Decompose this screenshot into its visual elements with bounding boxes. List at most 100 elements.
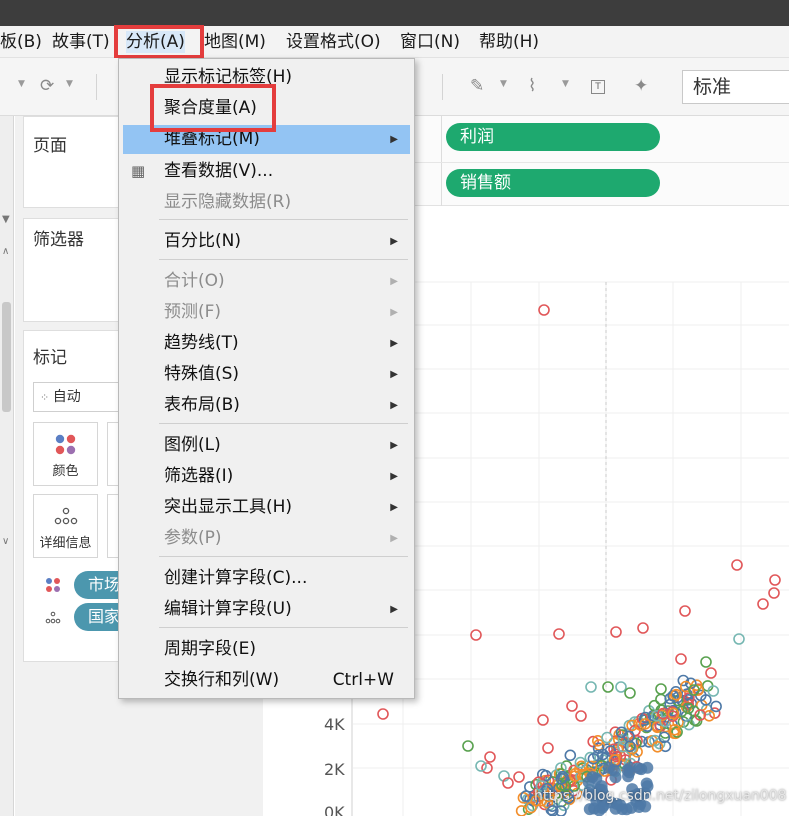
menu-item-legends[interactable]: 图例(L) ▶ bbox=[123, 431, 410, 460]
menu-separator bbox=[159, 627, 408, 628]
menu-separator bbox=[159, 259, 408, 260]
pages-title: 页面 bbox=[33, 136, 67, 156]
highlight-pen-icon[interactable]: ✎ bbox=[470, 76, 484, 96]
refresh-caret[interactable]: ▼ bbox=[66, 79, 73, 89]
marks-title: 标记 bbox=[33, 348, 67, 368]
menu-format[interactable]: 设置格式(O) bbox=[286, 31, 381, 53]
menu-item-edit-calculated-field[interactable]: 编辑计算字段(U) ▶ bbox=[123, 595, 410, 624]
menu-item-totals[interactable]: 合计(O) ▶ bbox=[123, 267, 410, 296]
watermark-text: https://blog.csdn.net/zilongxuan008 bbox=[534, 788, 787, 804]
menu-item-label: 堆叠标记(M) bbox=[164, 129, 260, 149]
menu-separator bbox=[159, 556, 408, 557]
submenu-arrow-icon: ▶ bbox=[390, 369, 398, 380]
shapes-icon: ⁘ bbox=[40, 391, 53, 404]
menu-analysis[interactable]: 分析(A) bbox=[126, 31, 185, 53]
menu-item-reveal-hidden-data[interactable]: 显示隐藏数据(R) bbox=[123, 188, 410, 217]
menu-item-percentage-of[interactable]: 百分比(N) ▶ bbox=[123, 227, 410, 256]
y-tick-label: 0K bbox=[324, 803, 345, 816]
scatter-point bbox=[602, 761, 615, 774]
scatter-point bbox=[700, 656, 712, 668]
scatter-point bbox=[575, 710, 587, 722]
analysis-dropdown-menu: 显示标记标签(H) 聚合度量(A) 堆叠标记(M) ▶ 查看数据(V)... ▦ 显示隐藏数… bbox=[118, 58, 415, 699]
menu-item-label: 交换行和列(W) bbox=[164, 670, 280, 690]
menu-item-label: 周期字段(E) bbox=[164, 639, 257, 659]
menu-item-label: 显示标记标签(H) bbox=[164, 67, 293, 87]
menu-item-show-mark-labels[interactable]: 显示标记标签(H) bbox=[123, 63, 410, 92]
refresh-icon[interactable]: ⟳ bbox=[40, 76, 54, 96]
title-bar bbox=[0, 0, 789, 26]
menu-item-label: 聚合度量(A) bbox=[164, 98, 257, 118]
menu-item-label: 特殊值(S) bbox=[164, 364, 240, 384]
menu-item-label: 合计(O) bbox=[164, 271, 225, 291]
menu-item-aggregate-measures[interactable]: 聚合度量(A) bbox=[123, 94, 410, 123]
submenu-arrow-icon: ▶ bbox=[390, 276, 398, 287]
scatter-point bbox=[515, 805, 528, 816]
menu-item-label: 编辑计算字段(U) bbox=[164, 599, 292, 619]
menu-item-table-layout[interactable]: 表布局(B) ▶ bbox=[123, 391, 410, 420]
detail-icon bbox=[54, 507, 78, 525]
scatter-point bbox=[655, 693, 667, 706]
menu-item-label: 显示隐藏数据(R) bbox=[164, 192, 292, 212]
scroll-down-icon[interactable]: ∨ bbox=[2, 536, 9, 547]
sales-pill[interactable]: 销售额 bbox=[446, 169, 660, 197]
pin-icon[interactable]: ✦ bbox=[634, 76, 648, 96]
submenu-arrow-icon: ▶ bbox=[390, 604, 398, 615]
menu-item-stack-marks[interactable]: 堆叠标记(M) ▶ bbox=[123, 125, 410, 154]
menu-bar: 板(B) 故事(T) 分析(A) 地图(M) 设置格式(O) 窗口(N) 帮助(… bbox=[0, 26, 789, 58]
menu-separator bbox=[159, 423, 408, 424]
scatter-point bbox=[675, 653, 687, 665]
scatter-point bbox=[583, 803, 596, 816]
menu-item-label: 百分比(N) bbox=[164, 231, 241, 251]
scatter-point bbox=[542, 742, 554, 754]
scatter-point bbox=[637, 622, 649, 634]
submenu-arrow-icon: ▶ bbox=[390, 400, 398, 411]
scrollbar-thumb[interactable] bbox=[2, 302, 11, 412]
menu-item-create-calculated-field[interactable]: 创建计算字段(C)... bbox=[123, 564, 410, 593]
toolbar-divider bbox=[96, 74, 97, 100]
scatter-point bbox=[769, 574, 781, 586]
menu-story[interactable]: 故事(T) bbox=[52, 31, 110, 53]
menu-dashboard[interactable]: 板(B) bbox=[0, 31, 42, 53]
text-label-icon[interactable]: T bbox=[591, 80, 605, 94]
menu-item-view-data[interactable]: 查看数据(V)... ▦ bbox=[123, 157, 410, 186]
menu-item-special-values[interactable]: 特殊值(S) ▶ bbox=[123, 360, 410, 389]
scatter-point bbox=[585, 681, 597, 693]
menu-item-forecast[interactable]: 预测(F) ▶ bbox=[123, 298, 410, 327]
menu-item-parameters[interactable]: 参数(P) ▶ bbox=[123, 524, 410, 553]
scatter-point bbox=[513, 771, 525, 783]
submenu-arrow-icon: ▶ bbox=[390, 236, 398, 247]
toolbar-caret[interactable]: ▼ bbox=[18, 79, 25, 89]
zoom-select[interactable]: 标准 bbox=[682, 70, 789, 104]
scatter-point bbox=[538, 304, 550, 316]
scatter-point bbox=[705, 667, 717, 679]
submenu-arrow-icon: ▶ bbox=[390, 502, 398, 513]
color-label: 颜色 bbox=[52, 464, 79, 479]
shelf-divider bbox=[441, 116, 442, 206]
scatter-point bbox=[622, 770, 635, 783]
y-tick-label: 4K bbox=[324, 715, 345, 734]
scatter-point bbox=[475, 760, 487, 772]
menu-item-shortcut: Ctrl+W bbox=[332, 670, 394, 690]
menu-map[interactable]: 地图(M) bbox=[204, 31, 266, 53]
scatter-point bbox=[655, 683, 667, 695]
menu-item-swap-rows-columns[interactable]: 交换行和列(W) Ctrl+W bbox=[123, 666, 410, 695]
scatter-point bbox=[710, 700, 722, 713]
pen-caret[interactable]: ▼ bbox=[500, 79, 507, 89]
clip-caret[interactable]: ▼ bbox=[562, 79, 569, 89]
collapse-caret[interactable]: ▼ bbox=[2, 214, 10, 225]
menu-item-label: 筛选器(I) bbox=[164, 466, 234, 486]
detail-pill-icon bbox=[45, 611, 61, 624]
menu-window[interactable]: 窗口(N) bbox=[400, 31, 460, 53]
scatter-point bbox=[602, 681, 614, 693]
menu-item-cycle-fields[interactable]: 周期字段(E) bbox=[123, 635, 410, 664]
menu-separator bbox=[159, 219, 408, 220]
detail-button[interactable]: 详细信息 bbox=[33, 494, 98, 558]
color-button[interactable]: 颜色 bbox=[33, 422, 98, 486]
menu-item-highlighter[interactable]: 突出显示工具(H) ▶ bbox=[123, 493, 410, 522]
scroll-up-icon[interactable]: ∧ bbox=[2, 246, 9, 257]
menu-item-trend-lines[interactable]: 趋势线(T) ▶ bbox=[123, 329, 410, 358]
menu-item-filters[interactable]: 筛选器(I) ▶ bbox=[123, 462, 410, 491]
menu-help[interactable]: 帮助(H) bbox=[479, 31, 539, 53]
profit-pill[interactable]: 利润 bbox=[446, 123, 660, 151]
paperclip-icon[interactable]: ⌇ bbox=[528, 76, 536, 96]
